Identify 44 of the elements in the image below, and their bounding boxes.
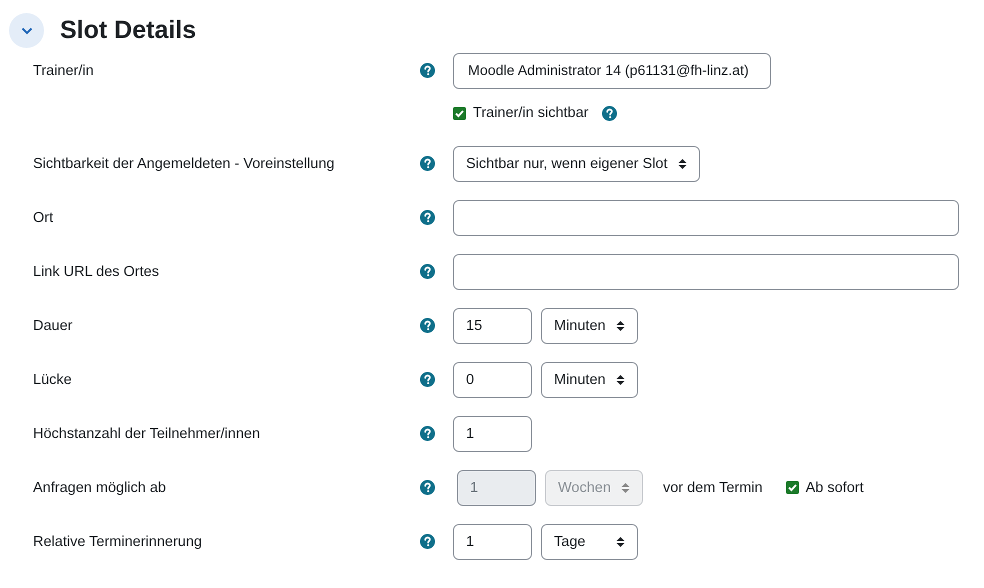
sort-caret-icon bbox=[616, 320, 625, 332]
text-field[interactable]: 0 bbox=[453, 362, 532, 398]
text-field[interactable] bbox=[453, 254, 959, 290]
sort-caret-icon bbox=[616, 374, 625, 386]
help-icon[interactable] bbox=[420, 318, 435, 333]
section-title: Slot Details bbox=[60, 16, 196, 45]
sort-caret-icon bbox=[678, 158, 687, 170]
help-icon[interactable] bbox=[420, 480, 435, 495]
help-icon[interactable] bbox=[420, 426, 435, 441]
help-icon[interactable] bbox=[420, 372, 435, 387]
help-icon[interactable] bbox=[420, 264, 435, 279]
field-label: Lücke bbox=[33, 372, 72, 388]
select-field[interactable]: Minuten bbox=[541, 308, 638, 344]
field-label: Link URL des Ortes bbox=[33, 264, 159, 280]
checkbox-label: Trainer/in sichtbar bbox=[473, 105, 589, 121]
text-field[interactable]: 1 bbox=[453, 416, 532, 452]
field-label: Relative Terminerinnerung bbox=[33, 534, 202, 550]
select-field[interactable]: Tage bbox=[541, 524, 638, 560]
text-field[interactable]: Moodle Administrator 14 (p61131@fh-linz.at) bbox=[453, 52, 771, 88]
sort-caret-icon bbox=[620, 482, 630, 494]
help-icon[interactable] bbox=[420, 210, 435, 225]
sort-caret-icon bbox=[616, 536, 625, 548]
field-label: Sichtbarkeit der Angemeldeten - Voreinstellung bbox=[33, 156, 334, 172]
text-field[interactable]: 15 bbox=[453, 308, 532, 344]
help-icon[interactable] bbox=[602, 106, 617, 120]
field-label: Dauer bbox=[33, 318, 72, 334]
check-icon bbox=[454, 108, 465, 118]
checkbox[interactable] bbox=[453, 106, 466, 120]
collapse-toggle[interactable] bbox=[9, 13, 44, 48]
field-label: Anfragen möglich ab bbox=[33, 480, 166, 496]
checkbox-label: Ab sofort bbox=[806, 480, 864, 496]
help-icon[interactable] bbox=[420, 63, 435, 78]
check-icon bbox=[786, 482, 798, 493]
help-icon[interactable] bbox=[420, 156, 435, 171]
text-field[interactable]: 1 bbox=[453, 524, 532, 560]
checkbox[interactable] bbox=[786, 481, 799, 494]
help-icon[interactable] bbox=[420, 534, 435, 549]
select-field[interactable]: Minuten bbox=[541, 362, 638, 398]
text-field[interactable] bbox=[453, 200, 959, 236]
field-label: Ort bbox=[33, 210, 54, 226]
unit-text: vor dem Termin bbox=[662, 480, 763, 496]
field-label: Höchstanzahl der Teilnehmer/innen bbox=[33, 426, 260, 442]
field-label: Trainer/in bbox=[33, 62, 94, 78]
select-field[interactable]: Sichtbar nur, wenn eigener Slot bbox=[453, 146, 700, 182]
